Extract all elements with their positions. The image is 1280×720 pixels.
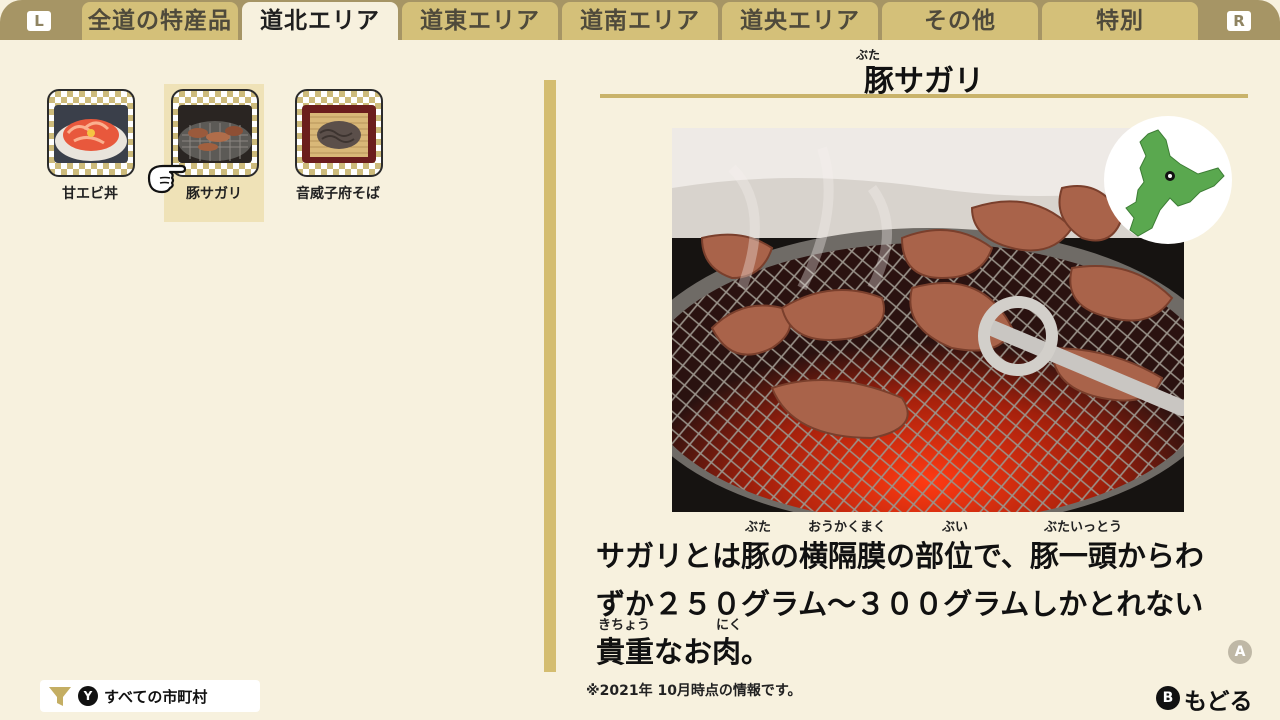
tab-special[interactable]: 特別 (1042, 2, 1198, 40)
item-otoineppu-soba[interactable]: 音威子府そば (288, 84, 388, 222)
title-underline (600, 94, 1248, 98)
filter-label: すべての市町村 (104, 688, 208, 706)
tab-all-specialties[interactable]: 全道の特産品 (82, 2, 238, 40)
description: サガリとは豚の横隔膜の部位で、豚一頭からわ ずか２５０グラム〜３００グラムしかと… (596, 532, 1236, 676)
back-label: もどる (1184, 689, 1253, 715)
shrimp-bowl-photo (54, 105, 128, 163)
description-line: ずか２５０グラム〜３００グラムしかとれない (596, 587, 1204, 621)
item-thumbnail (47, 89, 135, 177)
panel-divider (544, 80, 556, 672)
description-line: 貴重なお肉。 (596, 635, 771, 669)
description-line: サガリとは豚の横隔膜の部位で、豚一頭からわ (596, 539, 1204, 573)
tab-donan-area[interactable]: 道南エリア (562, 2, 718, 40)
grilled-pork-photo (178, 105, 252, 163)
info-date-note: ※2021年 10月時点の情報です。 (586, 683, 802, 699)
tab-others[interactable]: その他 (882, 2, 1038, 40)
municipality-filter-button[interactable]: Y すべての市町村 (40, 680, 260, 712)
a-button-icon[interactable]: A (1228, 640, 1252, 664)
pointing-hand-icon (147, 164, 186, 194)
item-label: 音威子府そば (296, 186, 380, 202)
tab-doo-area[interactable]: 道央エリア (722, 2, 878, 40)
l-shoulder-button[interactable]: L (27, 11, 51, 31)
item-amaebi-don[interactable]: 甘エビ丼 (40, 84, 140, 222)
funnel-icon (49, 687, 71, 706)
item-thumbnail (295, 89, 383, 177)
item-buta-sagari[interactable]: 豚サガリ (164, 84, 264, 222)
soba-photo (302, 105, 376, 163)
tab-doto-area[interactable]: 道東エリア (402, 2, 558, 40)
y-button-icon: Y (78, 686, 98, 706)
item-label: 甘エビ丼 (62, 186, 118, 202)
tab-dohoku-area[interactable]: 道北エリア (242, 2, 398, 40)
hokkaido-map-icon (1104, 116, 1232, 244)
b-button-icon: B (1156, 686, 1180, 710)
r-shoulder-button[interactable]: R (1227, 11, 1251, 31)
tab-bar: L 全道の特産品 道北エリア 道東エリア 道南エリア 道央エリア その他 特別 … (0, 0, 1280, 40)
